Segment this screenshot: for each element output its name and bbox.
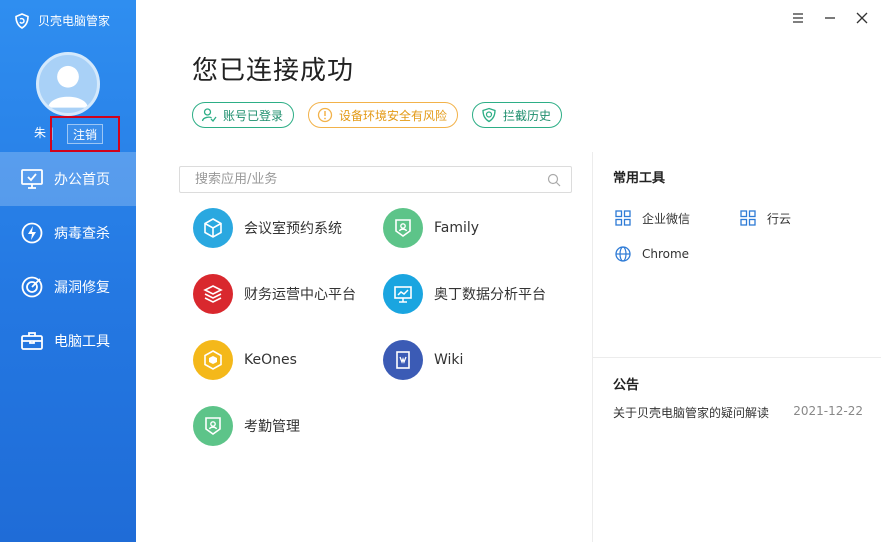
badge-block-history[interactable]: 拦截历史 [472,102,563,128]
tool-chrome[interactable]: Chrome [614,245,689,263]
toolbox-icon [21,332,43,350]
target-icon [21,276,43,298]
globe-icon [615,246,631,262]
app-label: Wiki [434,352,464,368]
tools-title: 常用工具 [613,171,666,186]
search-box [179,166,572,193]
tool-label: 行云 [767,211,792,226]
wiki-book-icon [383,340,423,380]
app-label: 财务运营中心平台 [244,287,356,303]
brand-name: 贝壳电脑管家 [38,14,111,28]
attendance-icon [193,406,233,446]
tool-wecom[interactable]: 企业微信 [614,209,690,227]
lightning-icon [21,222,43,244]
app-odin-analytics[interactable]: 奥丁数据分析平台 [383,274,546,314]
shield-icon [482,107,496,123]
divider-horizontal [593,357,881,358]
sidebar-nav: 办公首页 病毒查杀 漏洞修复 电脑工具 [0,152,136,368]
minimize-icon[interactable] [823,10,837,24]
notice-date: 2021-12-22 [793,404,863,418]
divider-vertical [592,152,593,542]
tool-xingyun[interactable]: 行云 [739,209,791,227]
app-label: 会议室预约系统 [244,221,342,237]
badge-label: 设备环境安全有风险 [339,108,448,123]
nav-label: 漏洞修复 [54,280,110,296]
window-controls [791,10,869,24]
notice-title: 公告 [613,378,640,393]
nav-label: 办公首页 [54,172,110,188]
app-label: Family [434,220,480,236]
app-label: 奥丁数据分析平台 [434,287,546,303]
hexagon-icon [193,340,233,380]
close-icon[interactable] [855,10,869,24]
app-attendance[interactable]: 考勤管理 [193,406,300,446]
shell-logo-icon [15,12,29,29]
cube-icon [193,208,233,248]
warning-icon [317,107,333,123]
grid-icon [615,210,631,226]
nav-item-vuln-fix[interactable]: 漏洞修复 [0,260,136,314]
notice-link[interactable]: 关于贝壳电脑管家的疑问解读 [613,404,769,421]
menu-icon[interactable] [791,10,805,24]
badge-account-logged-in[interactable]: 账号已登录 [192,102,295,128]
app-finance-center[interactable]: 财务运营中心平台 [193,274,356,314]
tool-label: 企业微信 [642,211,691,226]
app-wiki[interactable]: Wiki [383,340,463,380]
nav-item-virus-scan[interactable]: 病毒查杀 [0,206,136,260]
app-label: 考勤管理 [244,419,300,435]
notice-item: 关于贝壳电脑管家的疑问解读 2021-12-22 [613,404,863,421]
user-avatar-icon [48,65,88,108]
sidebar: 贝壳电脑管家 朱 | 注销 办公首页 病毒查杀 漏洞修复 电脑工具 [0,0,136,542]
nav-label: 病毒查杀 [54,226,110,242]
app-keones[interactable]: KeOnes [193,340,297,380]
logout-button[interactable]: 注销 [67,124,103,144]
nav-item-office-home[interactable]: 办公首页 [0,152,136,206]
app-label: KeOnes [244,352,297,368]
brand: 贝壳电脑管家 [14,12,110,29]
badge-device-risk[interactable]: 设备环境安全有风险 [308,102,459,128]
tool-label: Chrome [642,247,690,261]
app-meeting-room[interactable]: 会议室预约系统 [193,208,342,248]
badge-icon [383,208,423,248]
layers-icon [193,274,233,314]
chart-board-icon [383,274,423,314]
avatar[interactable] [36,52,100,116]
badge-label: 拦截历史 [503,108,552,123]
search-icon[interactable] [547,173,561,187]
app-family[interactable]: Family [383,208,479,248]
nav-label: 电脑工具 [54,334,110,350]
user-check-icon [201,108,217,122]
nav-item-pc-tools[interactable]: 电脑工具 [0,314,136,368]
monitor-icon [21,169,43,189]
search-input[interactable] [180,167,547,192]
status-badges: 账号已登录 设备环境安全有风险 拦截历史 [192,102,563,128]
badge-label: 账号已登录 [223,108,284,123]
page-title: 您已连接成功 [192,56,355,86]
grid-icon [740,210,756,226]
